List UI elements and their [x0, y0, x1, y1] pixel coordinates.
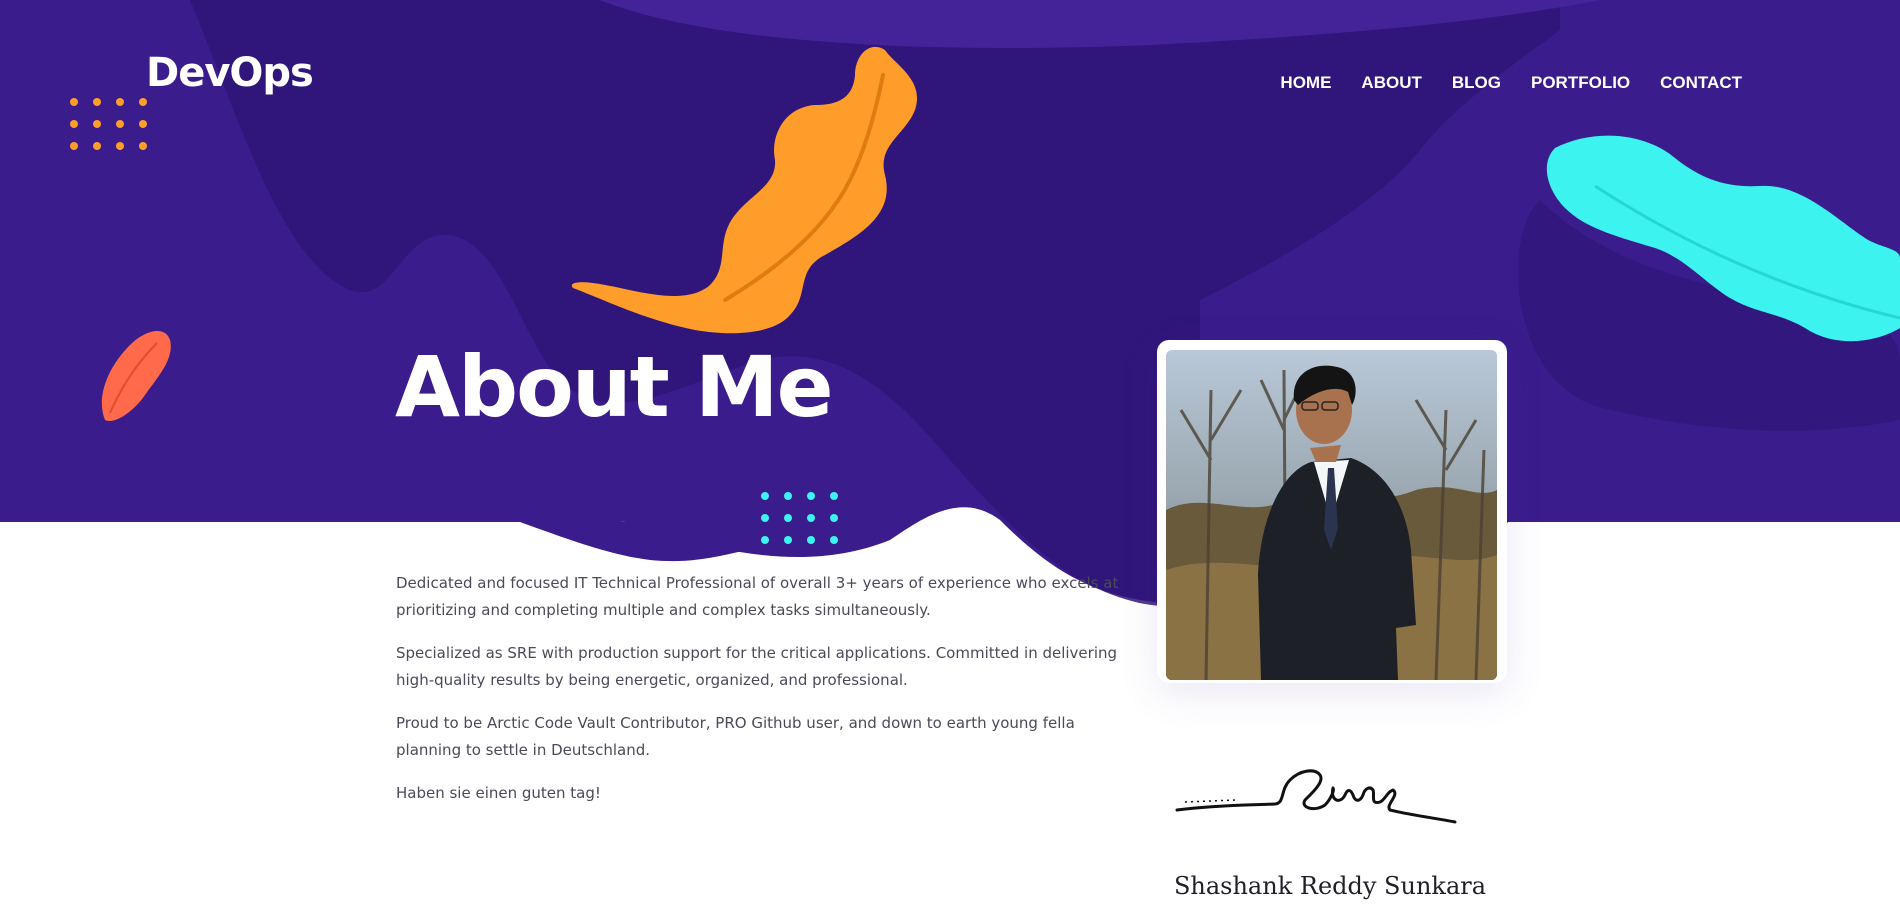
- orange-leaf-illustration: [571, 46, 918, 334]
- signature-image: [1175, 769, 1457, 824]
- cyan-dot-grid-decoration: [761, 492, 838, 544]
- about-paragraph-1: Dedicated and focused IT Technical Profe…: [396, 574, 1119, 619]
- nav-contact[interactable]: CONTACT: [1660, 73, 1742, 93]
- profile-photo: [1166, 350, 1497, 680]
- coral-leaf-illustration: [101, 330, 171, 421]
- nav-about[interactable]: ABOUT: [1361, 73, 1421, 93]
- main-navigation: HOME ABOUT BLOG PORTFOLIO CONTACT: [1280, 73, 1742, 93]
- page-title: About Me: [395, 338, 834, 436]
- about-paragraph-3: Proud to be Arctic Code Vault Contributo…: [396, 714, 1075, 759]
- nav-blog[interactable]: BLOG: [1452, 73, 1501, 93]
- site-logo[interactable]: DevOps: [146, 50, 314, 96]
- profile-name: Shashank Reddy Sunkara: [1173, 872, 1487, 900]
- about-paragraph-4: Haben sie einen guten tag!: [396, 784, 601, 802]
- about-content: Dedicated and focused IT Technical Profe…: [396, 570, 1131, 823]
- about-paragraph-2: Specialized as SRE with production suppo…: [396, 644, 1118, 689]
- nav-portfolio[interactable]: PORTFOLIO: [1531, 73, 1630, 93]
- nav-home[interactable]: HOME: [1280, 73, 1331, 93]
- cyan-leaf-illustration: [1546, 135, 1900, 342]
- orange-dot-grid-decoration: [70, 98, 147, 150]
- profile-photo-card: [1157, 340, 1507, 683]
